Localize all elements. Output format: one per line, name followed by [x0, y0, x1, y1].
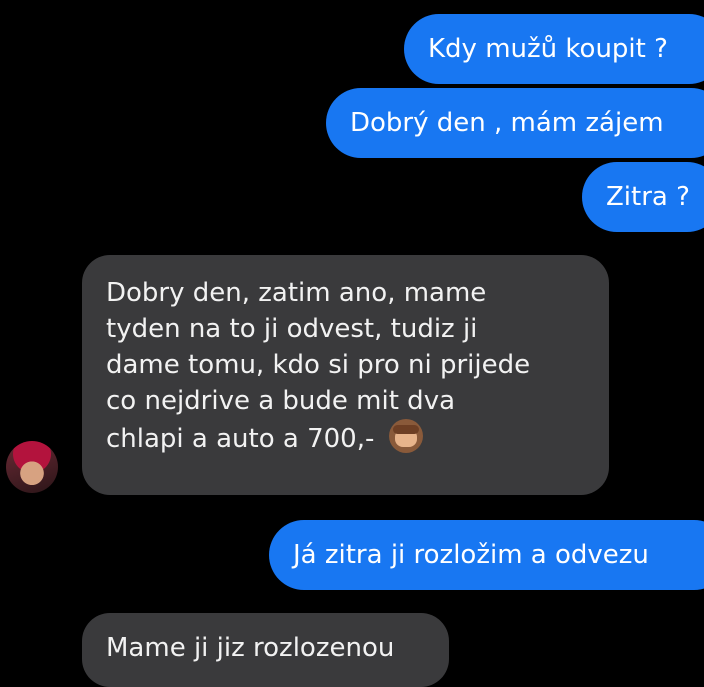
message-text: Já zitra ji rozložim a odvezu: [293, 540, 649, 570]
outgoing-message-bubble[interactable]: Kdy mužů koupit ?: [404, 14, 704, 84]
incoming-message-bubble[interactable]: Dobry den, zatim ano, mame tyden na to j…: [82, 255, 609, 495]
message-text: Kdy mužů koupit ?: [428, 34, 668, 64]
outgoing-message-bubble[interactable]: Dobrý den , mám zájem: [326, 88, 704, 158]
message-text: Dobrý den , mám zájem: [350, 108, 664, 138]
message-text-line: dame tomu, kdo si pro ni prijede: [106, 350, 531, 380]
message-text: Zitra ?: [606, 182, 690, 212]
incoming-message-bubble[interactable]: Mame ji jiz rozlozenou: [82, 613, 449, 687]
outgoing-message-bubble[interactable]: Zitra ?: [582, 162, 704, 232]
message-text-line: Dobry den, zatim ano, mame: [106, 278, 487, 308]
message-text-line: co nejdrive a bude mit dva: [106, 386, 456, 416]
see-no-evil-monkey-icon: [388, 419, 423, 453]
message-text-line: tyden na to ji odvest, tudiz ji: [106, 314, 478, 344]
sender-avatar[interactable]: [6, 441, 58, 493]
outgoing-message-bubble[interactable]: Já zitra ji rozložim a odvezu: [269, 520, 704, 590]
message-text: Mame ji jiz rozlozenou: [106, 633, 395, 663]
message-text-line: chlapi a auto a 700,-: [106, 424, 375, 454]
